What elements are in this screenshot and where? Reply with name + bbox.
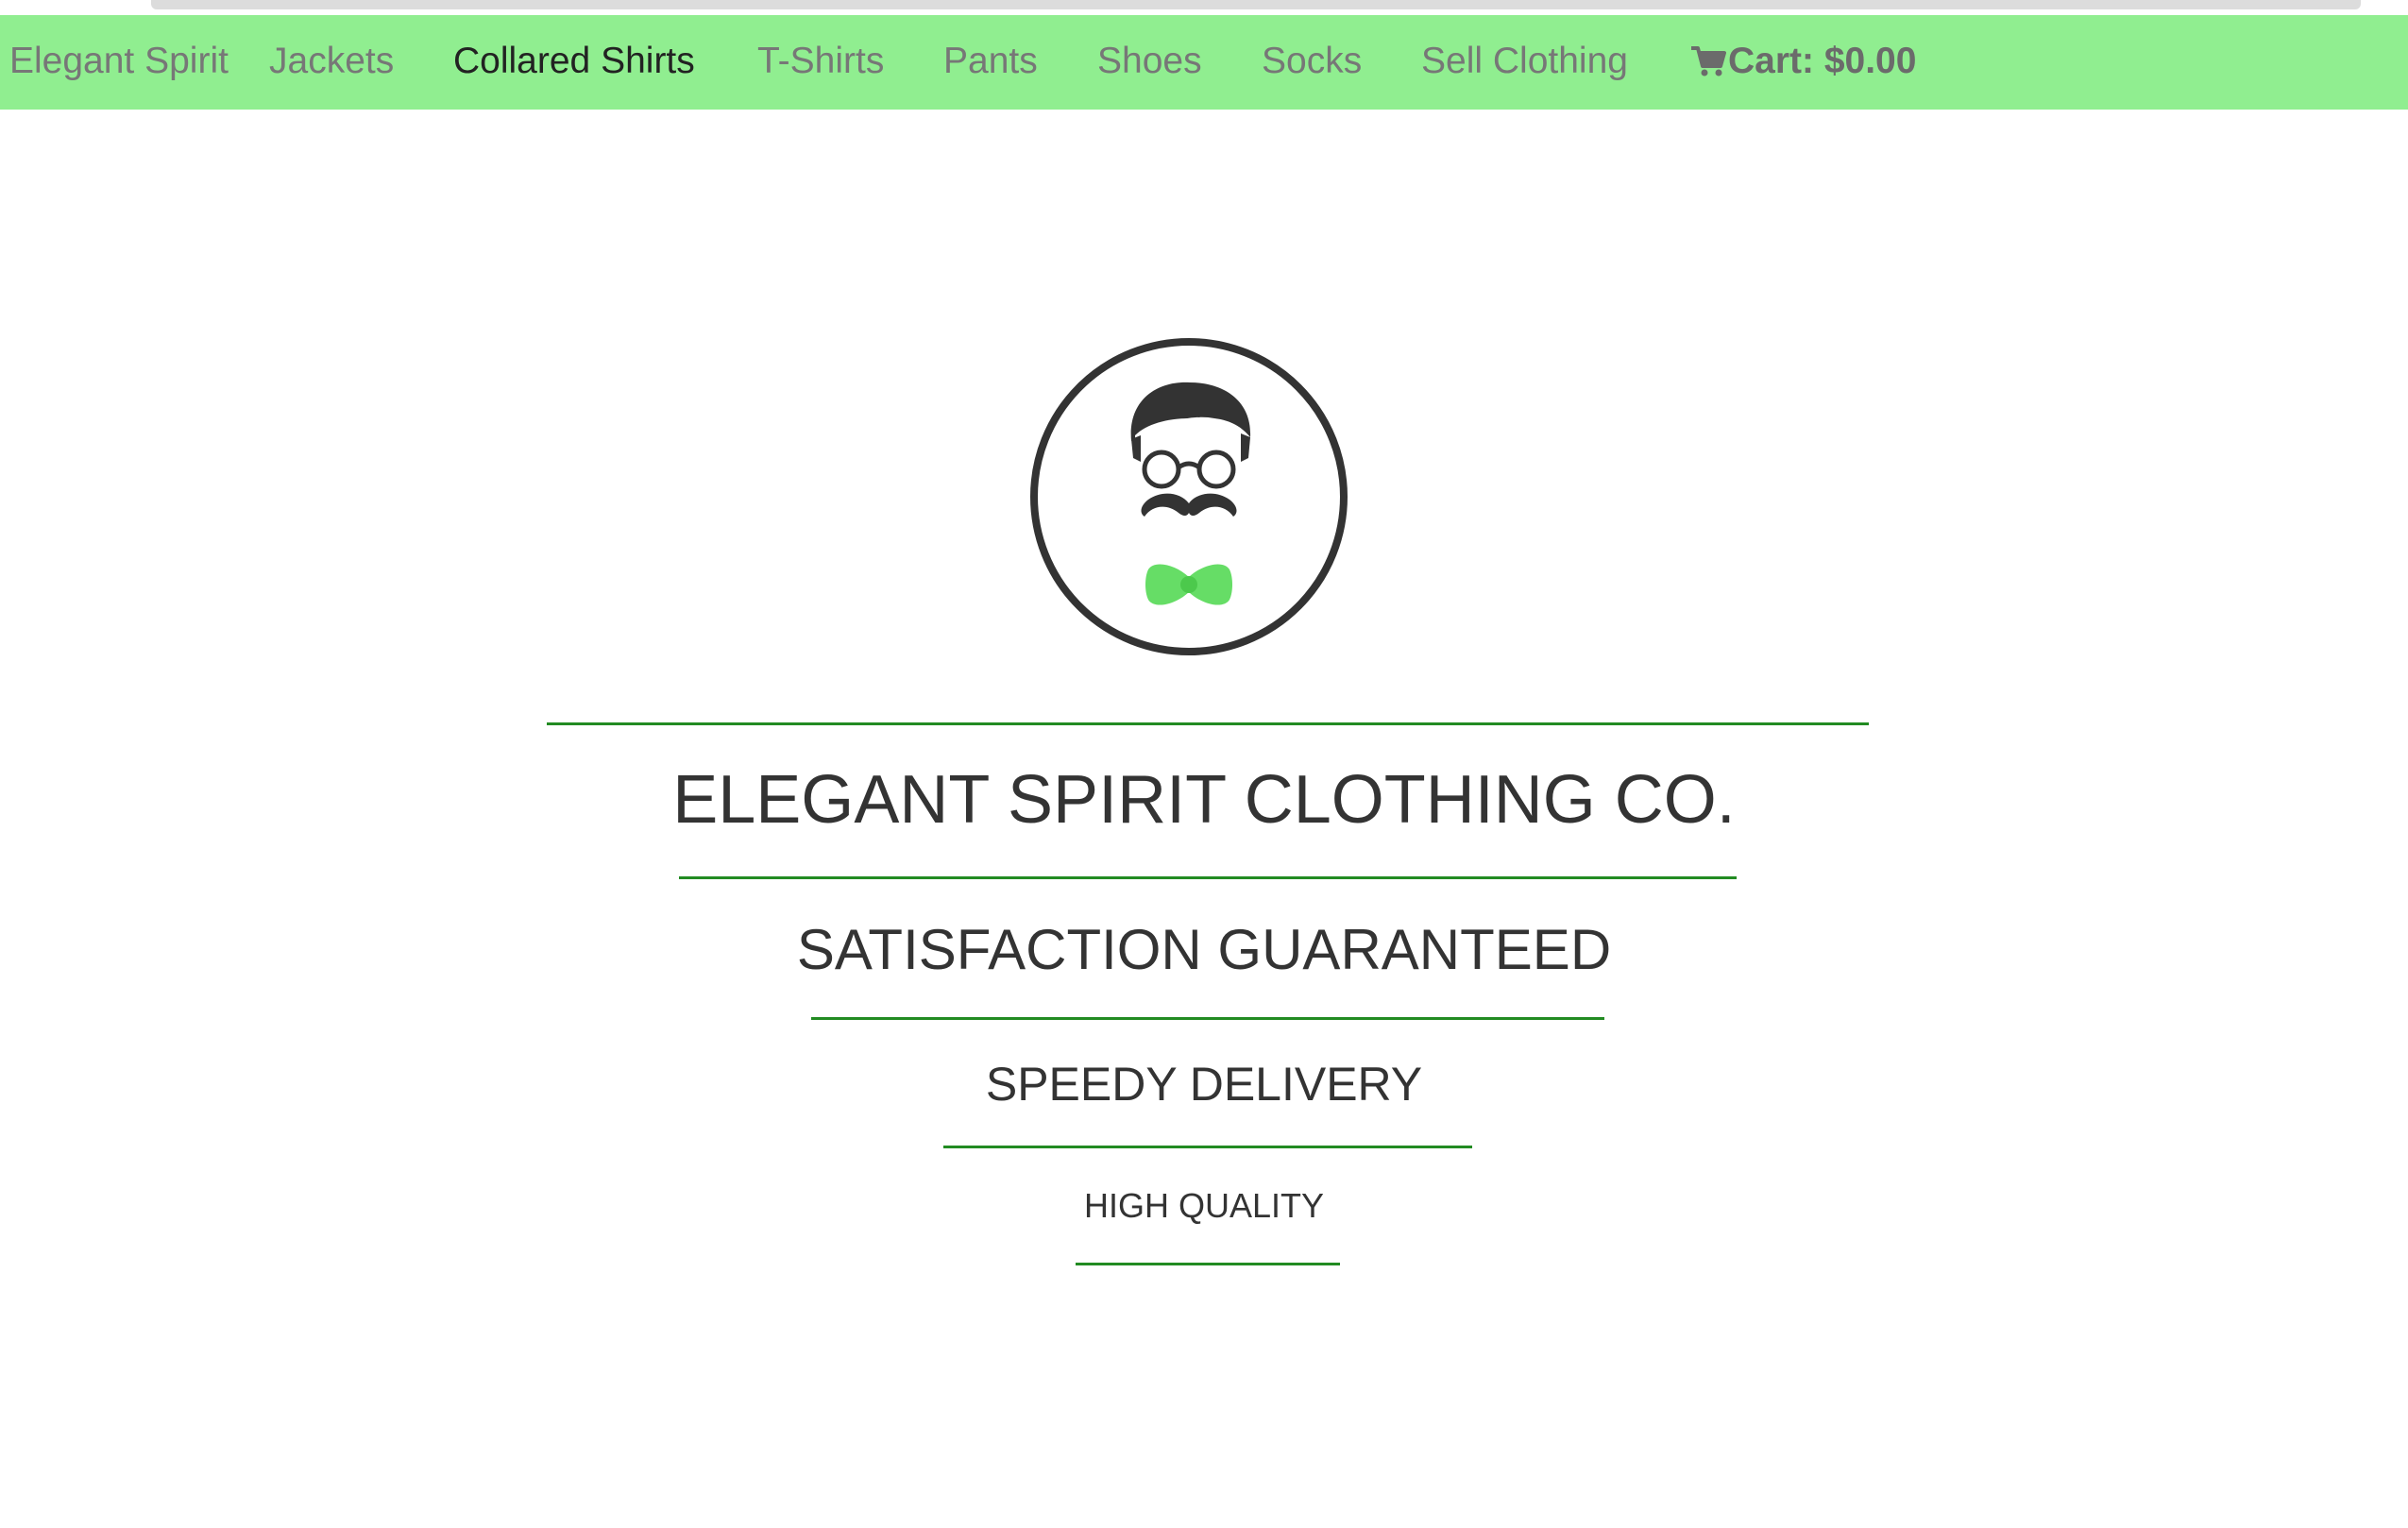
nav-item-socks[interactable]: Socks <box>1262 38 1362 85</box>
nav-item-sell-clothing[interactable]: Sell Clothing <box>1421 38 1628 85</box>
nav-item-t-shirts[interactable]: T-Shirts <box>757 38 884 85</box>
tagline-delivery: SPEEDY DELIVERY <box>985 1058 1423 1111</box>
nav-item-jackets[interactable]: Jackets <box>269 38 394 85</box>
divider-line <box>943 1146 1472 1148</box>
divider-line <box>679 876 1737 879</box>
nav-item-pants[interactable]: Pants <box>943 38 1038 85</box>
divider-line <box>811 1017 1604 1020</box>
cart-link[interactable]: Cart: $0.00 <box>1690 38 1916 85</box>
nav-item-shoes[interactable]: Shoes <box>1097 38 1202 85</box>
gentleman-logo-icon <box>1030 338 1348 655</box>
nav-item-collared-shirts[interactable]: Collared Shirts <box>453 38 695 85</box>
cart-label: Cart: $0.00 <box>1728 41 1917 81</box>
browser-top-strip <box>0 0 2408 15</box>
tagline-quality: HIGH QUALITY <box>1083 1186 1325 1225</box>
top-navbar: Elegant Spirit Jackets Collared Shirts T… <box>0 15 2408 110</box>
divider-line <box>547 722 1869 725</box>
horizontal-scrollbar[interactable] <box>151 0 2361 9</box>
page-title: ELEGANT SPIRIT CLOTHING CO. <box>672 762 1736 838</box>
tagline-satisfaction: SATISFACTION GUARANTEED <box>796 918 1612 981</box>
nav-brand-link[interactable]: Elegant Spirit <box>9 38 229 85</box>
divider-line <box>1076 1263 1340 1265</box>
shopping-cart-icon <box>1691 46 1726 76</box>
